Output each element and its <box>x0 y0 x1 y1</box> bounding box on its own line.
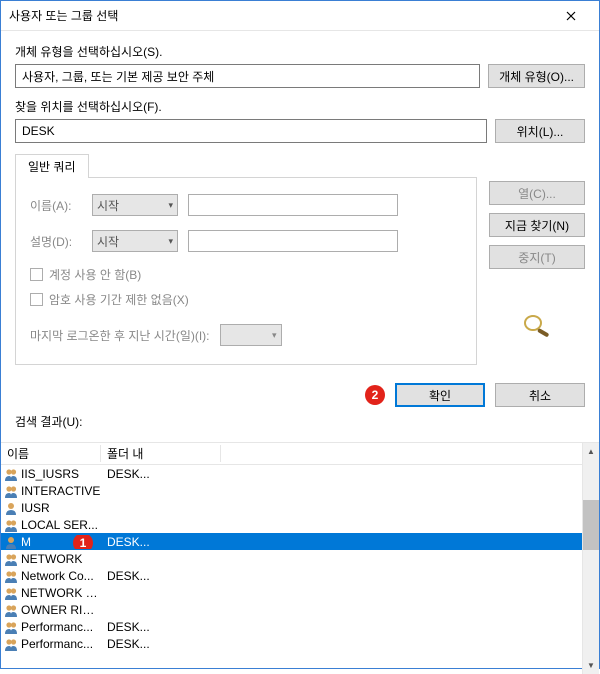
locations-button[interactable]: 위치(L)... <box>495 119 585 143</box>
row-folder: DESK... <box>101 569 221 583</box>
location-field[interactable]: DESK <box>15 119 487 143</box>
query-panel: 이름(A): 시작 ▾ 설명(D): 시작 ▾ <box>15 177 477 365</box>
table-body: IIS_IUSRSDESK...INTERACTIVEIUSRLOCAL SER… <box>1 465 582 652</box>
name-field-label: 이름(A): <box>30 197 82 214</box>
name-input[interactable] <box>188 194 398 216</box>
row-folder: DESK... <box>101 620 221 634</box>
dialog-content: 개체 유형을 선택하십시오(S). 사용자, 그룹, 또는 기본 제공 보안 주… <box>1 31 599 438</box>
scroll-track[interactable] <box>583 460 599 657</box>
table-row[interactable]: Performanc...DESK... <box>1 635 582 652</box>
annotation-badge-2: 2 <box>365 385 385 405</box>
password-noexpire-checkbox[interactable] <box>30 293 43 306</box>
desc-input[interactable] <box>188 230 398 252</box>
object-type-field[interactable]: 사용자, 그룹, 또는 기본 제공 보안 주체 <box>15 64 480 88</box>
group-icon <box>3 637 19 651</box>
table-row[interactable]: IIS_IUSRSDESK... <box>1 465 582 482</box>
group-icon <box>3 467 19 481</box>
results-table: 이름 폴더 내 IIS_IUSRSDESK...INTERACTIVEIUSRL… <box>1 442 599 674</box>
location-label: 찾을 위치를 선택하십시오(F). <box>15 98 585 115</box>
group-icon <box>3 603 19 617</box>
row-folder: DESK... <box>101 637 221 651</box>
table-row[interactable]: NETWORK S... <box>1 584 582 601</box>
desc-match-value: 시작 <box>97 233 119 250</box>
user-icon <box>3 535 19 549</box>
chevron-down-icon: ▾ <box>168 236 173 247</box>
row-name: Performanc... <box>21 637 101 651</box>
magnifier-icon <box>521 313 553 337</box>
group-icon <box>3 569 19 583</box>
col-header-folder[interactable]: 폴더 내 <box>101 445 221 462</box>
row-name: OWNER RIG... <box>21 603 101 617</box>
name-match-combo[interactable]: 시작 ▾ <box>92 194 178 216</box>
row-name: NETWORK S... <box>21 586 101 600</box>
table-row[interactable]: Performanc...DESK... <box>1 618 582 635</box>
row-name: Performanc... <box>21 620 101 634</box>
chevron-down-icon: ▾ <box>272 330 277 341</box>
stop-button[interactable]: 중지(T) <box>489 245 585 269</box>
table-row[interactable]: Network Co...DESK... <box>1 567 582 584</box>
scroll-thumb[interactable] <box>583 500 599 550</box>
vertical-scrollbar[interactable]: ▲ ▼ <box>582 443 599 674</box>
results-label: 검색 결과(U): <box>15 413 585 430</box>
titlebar: 사용자 또는 그룹 선택 <box>1 1 599 31</box>
desc-match-combo[interactable]: 시작 ▾ <box>92 230 178 252</box>
table-row[interactable]: OWNER RIG... <box>1 601 582 618</box>
table-header-row: 이름 폴더 내 <box>1 443 582 465</box>
row-name: NETWORK <box>21 552 101 566</box>
password-noexpire-label: 암호 사용 기간 제한 없음(X) <box>49 291 189 308</box>
chevron-down-icon: ▾ <box>168 200 173 211</box>
find-now-button[interactable]: 지금 찾기(N) <box>489 213 585 237</box>
row-name: IIS_IUSRS <box>21 467 101 481</box>
row-name: LOCAL SER... <box>21 518 101 532</box>
col-header-name[interactable]: 이름 <box>1 445 101 462</box>
name-match-value: 시작 <box>97 197 119 214</box>
table-row[interactable]: IUSR <box>1 499 582 516</box>
disabled-account-checkbox[interactable] <box>30 268 43 281</box>
object-types-button[interactable]: 개체 유형(O)... <box>488 64 585 88</box>
row-folder: DESK... <box>101 467 221 481</box>
tab-general-query[interactable]: 일반 쿼리 <box>15 154 89 178</box>
ok-button[interactable]: 확인 <box>395 383 485 407</box>
cancel-button[interactable]: 취소 <box>495 383 585 407</box>
annotation-badge-1: 1 <box>73 535 93 549</box>
desc-field-label: 설명(D): <box>30 233 82 250</box>
user-icon <box>3 501 19 515</box>
table-row[interactable]: M1DESK... <box>1 533 582 550</box>
close-icon <box>566 11 576 21</box>
group-icon <box>3 620 19 634</box>
scroll-up-button[interactable]: ▲ <box>583 443 599 460</box>
scroll-down-button[interactable]: ▼ <box>583 657 599 674</box>
last-logon-label: 마지막 로그온한 후 지난 시간(일)(I): <box>30 327 210 344</box>
window-title: 사용자 또는 그룹 선택 <box>9 7 551 24</box>
row-name: IUSR <box>21 501 101 515</box>
row-folder: DESK... <box>101 535 221 549</box>
row-name: Network Co... <box>21 569 101 583</box>
table-row[interactable]: INTERACTIVE <box>1 482 582 499</box>
query-side-buttons: 열(C)... 지금 찾기(N) 중지(T) <box>489 153 585 365</box>
group-icon <box>3 552 19 566</box>
table-row[interactable]: NETWORK <box>1 550 582 567</box>
close-button[interactable] <box>551 2 591 30</box>
row-name: INTERACTIVE <box>21 484 101 498</box>
object-type-label: 개체 유형을 선택하십시오(S). <box>15 43 585 60</box>
disabled-account-label: 계정 사용 안 함(B) <box>49 266 141 283</box>
last-logon-combo[interactable]: ▾ <box>220 324 282 346</box>
columns-button[interactable]: 열(C)... <box>489 181 585 205</box>
group-icon <box>3 484 19 498</box>
group-icon <box>3 518 19 532</box>
table-row[interactable]: LOCAL SER... <box>1 516 582 533</box>
row-name: M1 <box>21 535 101 549</box>
query-tab-area: 일반 쿼리 이름(A): 시작 ▾ 설명(D): 시작 ▾ <box>15 153 477 365</box>
group-icon <box>3 586 19 600</box>
